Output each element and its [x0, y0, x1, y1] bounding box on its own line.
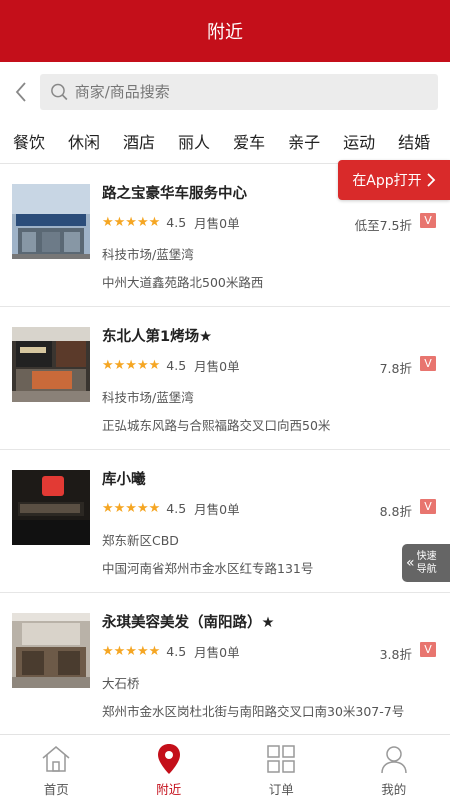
store-name: 库小曦 [102, 472, 146, 488]
rating-score: 4.5 [166, 358, 187, 373]
category-tabs: 餐饮 休闲 酒店 丽人 爱车 亲子 运动 结婚 [0, 118, 450, 164]
rating-row: ★★★★★ 4.5 月售0单 [102, 642, 240, 661]
category-tab-car[interactable]: 爱车 [221, 129, 276, 153]
store-area: 郑东新区CBD [102, 533, 179, 548]
rating-score: 4.5 [166, 644, 187, 659]
store-list: 路之宝豪华车服务中心 ★★★★★ 4.5 月售0单 低至7.5折 V 科技市场/… [0, 164, 450, 736]
chevron-right-icon [427, 173, 435, 187]
store-photo [12, 184, 90, 259]
tab-profile[interactable]: 我的 [338, 735, 450, 800]
monthly-sales: 月售0单 [194, 359, 240, 374]
store-address: 正弘城东风路与合熙福路交叉口向西50米 [102, 418, 331, 433]
header-bar: 附近 [0, 0, 450, 62]
monthly-sales: 月售0单 [194, 645, 240, 660]
rating-score: 4.5 [166, 501, 187, 516]
user-icon [378, 743, 410, 775]
back-button[interactable] [10, 77, 32, 107]
rating-score: 4.5 [166, 215, 187, 230]
store-area: 大石桥 [102, 676, 140, 691]
discount-text: 7.8折 [379, 361, 412, 376]
discount-text: 8.8折 [379, 504, 412, 519]
vip-badge: V [420, 213, 436, 228]
category-tab-family[interactable]: 亲子 [276, 129, 331, 153]
vip-badge: V [420, 356, 436, 371]
monthly-sales: 月售0单 [194, 502, 240, 517]
store-name: 东北人第1烤场★ [102, 329, 213, 345]
rating-row: ★★★★★ 4.5 月售0单 [102, 213, 240, 232]
store-photo [12, 613, 90, 688]
star-rating: ★★★★★ [102, 644, 161, 659]
category-tab-leisure[interactable]: 休闲 [56, 129, 111, 153]
store-photo [12, 327, 90, 402]
rating-row: ★★★★★ 4.5 月售0单 [102, 499, 240, 518]
grid-icon [265, 743, 297, 775]
store-address: 中州大道鑫苑路北500米路西 [102, 275, 264, 290]
search-row [0, 68, 450, 116]
chevron-left-icon [15, 82, 26, 102]
tab-label: 订单 [268, 782, 294, 797]
store-address: 中国河南省郑州市金水区红专路131号 [102, 561, 314, 576]
tab-nearby[interactable]: 附近 [113, 735, 226, 800]
star-rating: ★★★★★ [102, 358, 161, 373]
category-tab-sports[interactable]: 运动 [331, 129, 386, 153]
bottom-tab-bar: 首页 附近 订单 我的 [0, 734, 450, 800]
tab-label: 我的 [381, 782, 407, 797]
category-tab-wedding[interactable]: 结婚 [386, 129, 441, 153]
page: 附近 餐饮 休闲 酒店 丽人 爱车 亲子 运动 结婚 [0, 0, 450, 800]
store-name: 路之宝豪华车服务中心 [102, 186, 247, 202]
store-photo [12, 470, 90, 545]
rating-row: ★★★★★ 4.5 月售0单 [102, 356, 240, 375]
store-item[interactable]: 东北人第1烤场★ ★★★★★ 4.5 月售0单 7.8折 V 科技市场/蓝堡湾 … [0, 307, 450, 450]
category-tab-hotel[interactable]: 酒店 [111, 129, 166, 153]
tab-label: 附近 [156, 782, 182, 797]
category-tab-beauty[interactable]: 丽人 [166, 129, 221, 153]
store-item[interactable]: 永琪美容美发（南阳路）★ ★★★★★ 4.5 月售0单 3.8折 V 大石桥 郑… [0, 593, 450, 736]
tab-label: 首页 [43, 782, 69, 797]
home-icon [40, 743, 72, 775]
store-area: 科技市场/蓝堡湾 [102, 390, 194, 405]
discount-text: 低至7.5折 [354, 218, 412, 233]
vip-badge: V [420, 499, 436, 514]
store-address: 郑州市金水区岗杜北街与南阳路交叉口南30米307-7号 [102, 704, 405, 719]
store-item[interactable]: 库小曦 ★★★★★ 4.5 月售0单 8.8折 V 郑东新区CBD 中国河南省郑… [0, 450, 450, 593]
vip-badge: V [420, 642, 436, 657]
open-in-app-button[interactable]: 在App打开 [338, 160, 450, 200]
monthly-sales: 月售0单 [194, 216, 240, 231]
category-tab-food[interactable]: 餐饮 [0, 129, 56, 153]
search-input[interactable] [74, 83, 438, 101]
quick-nav-label: 快速 导航 [416, 551, 437, 575]
star-rating: ★★★★★ [102, 501, 161, 516]
tab-home[interactable]: 首页 [0, 735, 113, 800]
location-pin-icon [153, 743, 185, 775]
search-box[interactable] [40, 74, 438, 110]
store-name: 永琪美容美发（南阳路）★ [102, 615, 275, 631]
search-icon [51, 83, 68, 101]
open-in-app-label: 在App打开 [352, 173, 422, 189]
store-area: 科技市场/蓝堡湾 [102, 247, 194, 262]
quick-nav-button[interactable]: « 快速 导航 [402, 544, 450, 582]
double-chevron-left-icon: « [406, 555, 415, 571]
tab-orders[interactable]: 订单 [225, 735, 338, 800]
page-title: 附近 [207, 22, 243, 43]
star-rating: ★★★★★ [102, 215, 161, 230]
discount-text: 3.8折 [379, 647, 412, 662]
